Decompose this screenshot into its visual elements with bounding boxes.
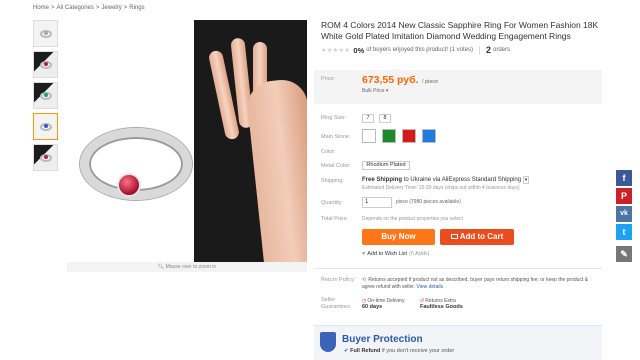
orders-count: 2 bbox=[485, 45, 491, 55]
add-to-cart-button[interactable]: Add to Cart bbox=[440, 229, 514, 245]
product-title: ROM 4 Colors 2014 New Classic Sapphire R… bbox=[321, 20, 599, 41]
twitter-share-icon[interactable]: t bbox=[616, 224, 632, 240]
price-label: Price: bbox=[321, 76, 336, 82]
breadcrumb-separator: > bbox=[123, 5, 128, 11]
bulk-price-link[interactable]: Bulk Price ▾ bbox=[362, 88, 388, 94]
wishlist-count: (6 Adds) bbox=[409, 251, 430, 257]
breadcrumb-separator: > bbox=[95, 5, 100, 11]
refund-condition-text: if you don't receive your order bbox=[381, 348, 455, 354]
total-price-label: Total Price: bbox=[321, 216, 349, 222]
quantity-input[interactable]: 1 bbox=[362, 197, 392, 208]
buyer-percentage: 0% bbox=[353, 45, 365, 55]
return-policy-text: ⟲ Returns accepted if product not as desc… bbox=[362, 277, 602, 291]
add-to-wishlist-link[interactable]: Add to Wish List bbox=[367, 251, 407, 257]
facebook-share-icon[interactable]: f bbox=[616, 170, 632, 186]
ring-size-7[interactable]: 7 bbox=[362, 114, 374, 123]
metal-color-option[interactable]: Rhodium Plated bbox=[362, 161, 410, 170]
wishlist-row: ♥ Add to Wish List (6 Adds) bbox=[362, 251, 430, 257]
total-price-note: Depends on the product properties you se… bbox=[362, 216, 463, 222]
thumbnail-4-selected[interactable] bbox=[33, 113, 58, 140]
zoom-hint-text: Mouse over to zoom in bbox=[165, 264, 217, 270]
buyer-feedback-text[interactable]: of buyers enjoyed this product! (1 votes… bbox=[366, 47, 473, 53]
guarantee-value: 60 days bbox=[362, 304, 383, 310]
rating-row: ★★★★★ 0% of buyers enjoyed this product!… bbox=[321, 45, 510, 55]
quantity-available: piece (7980 pieces available) bbox=[396, 199, 461, 205]
guarantee-value: Faultless Goods bbox=[420, 304, 463, 310]
view-details-link[interactable]: View details bbox=[416, 284, 443, 290]
full-refund-text: Full Refund bbox=[350, 348, 381, 354]
price-value: 673,55 руб. bbox=[362, 74, 419, 86]
section-divider bbox=[314, 268, 602, 269]
product-main-image[interactable] bbox=[67, 20, 307, 271]
vk-share-icon[interactable]: vk bbox=[616, 206, 632, 222]
star-rating-icon: ★★★★★ bbox=[321, 47, 351, 54]
shipping-label: Shipping: bbox=[321, 178, 344, 184]
thumbnail-list bbox=[33, 20, 59, 175]
zoom-hint: 🔍︎ Mouse over to zoom in bbox=[67, 262, 307, 272]
thumbnail-2[interactable] bbox=[33, 51, 58, 78]
ring-size-label: Ring Size: bbox=[321, 115, 347, 121]
return-policy-body: Returns accepted if product not as descr… bbox=[362, 277, 589, 290]
ring-size-8[interactable]: 8 bbox=[379, 114, 391, 123]
seller-guarantees-label: Seller Guarantees: bbox=[321, 297, 352, 310]
main-stone-label: Main Stone: bbox=[321, 134, 351, 140]
free-shipping-text: Free Shipping bbox=[362, 177, 403, 183]
breadcrumb-jewelry[interactable]: Jewelry bbox=[101, 5, 121, 11]
add-to-cart-label: Add to Cart bbox=[459, 232, 504, 241]
stone-blue-swatch[interactable] bbox=[422, 129, 436, 143]
return-icon: ⟲ bbox=[362, 277, 367, 283]
delivery-estimate: Estimated Delivery Time: 15-30 days (shi… bbox=[362, 185, 520, 191]
cart-icon bbox=[450, 234, 458, 239]
stone-white-swatch[interactable] bbox=[362, 129, 376, 143]
breadcrumb: Home > All Categories > Jewelry > Rings bbox=[33, 5, 145, 11]
buy-now-button[interactable]: Buy Now bbox=[362, 229, 435, 245]
price-unit: / piece bbox=[422, 79, 439, 85]
heart-icon[interactable]: ♥ bbox=[362, 251, 365, 257]
price-panel bbox=[314, 70, 602, 104]
stone-red-swatch[interactable] bbox=[402, 129, 416, 143]
buyer-protection-title: Buyer Protection bbox=[342, 334, 423, 345]
thumbnail-5[interactable] bbox=[33, 144, 58, 171]
ring-gem bbox=[117, 173, 141, 197]
shipping-value: Free Shipping to Ukraine via AliExpress … bbox=[362, 176, 530, 184]
color-label: Color: bbox=[321, 149, 336, 155]
breadcrumb-separator: > bbox=[51, 5, 55, 11]
orders-label: orders bbox=[493, 47, 511, 53]
check-icon: ✔ bbox=[344, 348, 349, 354]
return-policy-label: Return Policy: bbox=[321, 277, 356, 283]
buyer-protection-refund: ✔ Full Refund if you don't receive your … bbox=[344, 348, 454, 354]
guarantee-returns: ↺Returns Extra Faultless Goods bbox=[420, 298, 463, 310]
breadcrumb-rings[interactable]: Rings bbox=[129, 5, 144, 11]
quantity-label: Quantity: bbox=[321, 200, 344, 206]
divider bbox=[478, 45, 480, 55]
thumbnail-3[interactable] bbox=[33, 82, 58, 109]
edit-icon[interactable]: ✎ bbox=[616, 246, 632, 262]
guarantee-on-time: ◷On-time Delivery 60 days bbox=[362, 298, 405, 310]
metal-color-label: Metal Color: bbox=[321, 163, 351, 169]
magnifier-icon: 🔍︎ bbox=[157, 264, 166, 270]
pinterest-share-icon[interactable]: P bbox=[616, 188, 632, 204]
breadcrumb-all-categories[interactable]: All Categories bbox=[57, 5, 94, 11]
shield-icon bbox=[320, 332, 336, 352]
shipping-method-text[interactable]: to Ukraine via AliExpress Standard Shipp… bbox=[404, 177, 521, 183]
breadcrumb-home[interactable]: Home bbox=[33, 5, 49, 11]
stone-green-swatch[interactable] bbox=[382, 129, 396, 143]
thumbnail-1[interactable] bbox=[33, 20, 58, 47]
shipping-dropdown-icon[interactable]: ▾ bbox=[522, 176, 530, 184]
